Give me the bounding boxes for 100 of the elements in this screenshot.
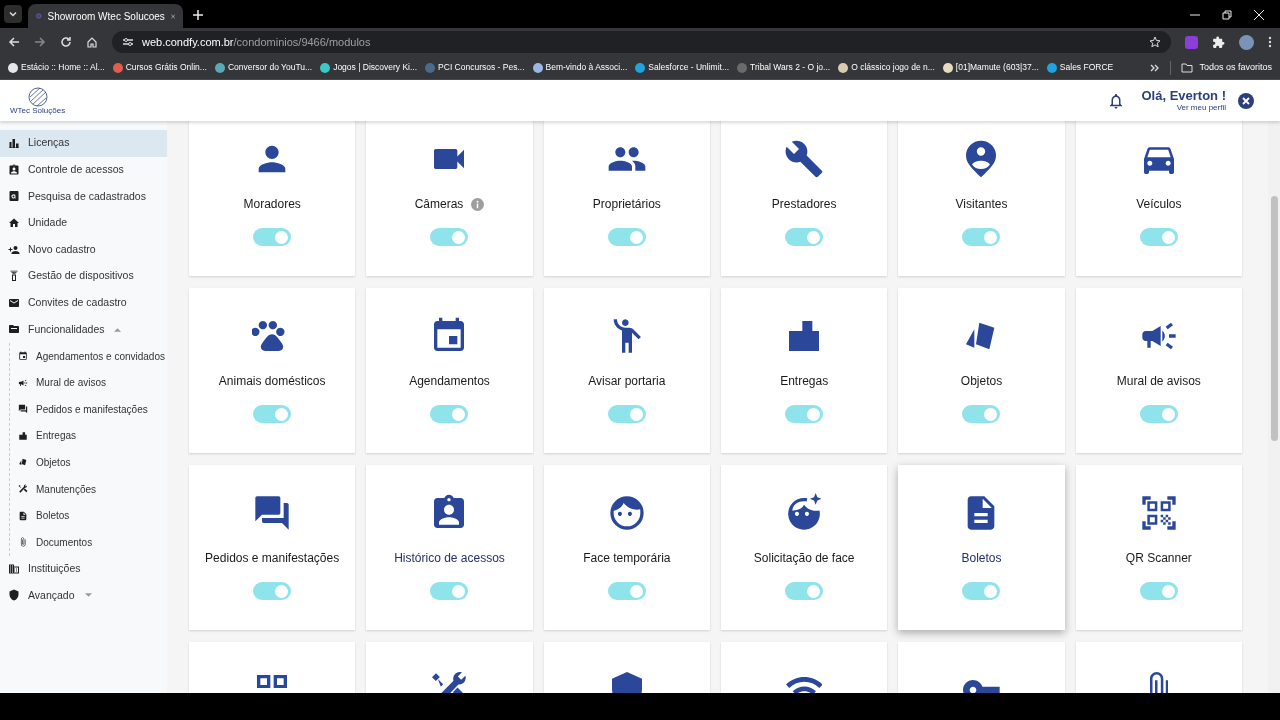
sidebar-item[interactable]: Manutenções: [10, 475, 167, 503]
sidebar-item[interactable]: Agendamentos e convidados: [10, 342, 167, 370]
module-card[interactable]: Histórico de acessos: [366, 465, 533, 630]
sidebar-item[interactable]: Entregas: [10, 422, 167, 450]
objects-icon: [18, 457, 28, 468]
reload-icon[interactable]: [60, 36, 72, 48]
toggle-switch[interactable]: [430, 582, 469, 600]
module-card[interactable]: Visitantes: [898, 121, 1065, 276]
toggle-switch[interactable]: [607, 582, 646, 600]
sidebar-item[interactable]: Pedidos e manifestações: [10, 395, 167, 423]
back-icon[interactable]: [8, 36, 20, 48]
module-label: Câmeras: [414, 196, 464, 213]
sidebar-item[interactable]: Documentos: [10, 528, 167, 556]
puzzle-icon[interactable]: [1212, 35, 1225, 49]
site-settings-icon[interactable]: [122, 36, 134, 48]
sidebar-item[interactable]: Instituições: [0, 555, 167, 583]
menu-icon[interactable]: [1268, 36, 1272, 48]
sidebar-item[interactable]: Mural de avisos: [10, 369, 167, 396]
bookmark-link[interactable]: [01]Mamute (603|37...: [955, 61, 1039, 74]
module-label: Visitantes: [955, 196, 1008, 213]
module-card[interactable]: Entregas: [721, 288, 888, 453]
person-add-icon: [8, 243, 20, 256]
module-card[interactable]: Mural de avisos: [1075, 288, 1242, 453]
toggle-switch[interactable]: [607, 405, 646, 423]
forward-icon[interactable]: [34, 36, 46, 48]
browser-tab[interactable]: Showroom Wtec Solucoes: [28, 4, 183, 28]
module-card[interactable]: Solicitação de face: [721, 465, 888, 630]
home-icon[interactable]: [86, 36, 98, 48]
sidebar-item[interactable]: Novo cadastro: [0, 236, 167, 263]
chevrons-right-icon[interactable]: [1150, 62, 1161, 73]
toggle-switch[interactable]: [962, 405, 1001, 423]
bookmark-link[interactable]: Tribal Wars 2 - O jo...: [750, 61, 831, 74]
module-card[interactable]: QR Scanner: [1075, 465, 1242, 630]
bookmark-link[interactable]: Salesforce - Unlimit...: [648, 61, 730, 74]
module-card[interactable]: Câmeras: [366, 121, 533, 276]
scrollbar-thumb[interactable]: [1271, 196, 1278, 441]
extension-icon[interactable]: [1185, 35, 1198, 49]
bookmark-link[interactable]: Conversor do YouTu...: [227, 61, 313, 74]
module-card[interactable]: Agendamentos: [366, 288, 533, 453]
module-card[interactable]: Objetos: [898, 288, 1065, 453]
toggle-switch[interactable]: [253, 228, 292, 246]
toggle-switch[interactable]: [1139, 582, 1178, 600]
module-card[interactable]: Animais domésticos: [189, 288, 356, 453]
sidebar-item[interactable]: Convites de cadastro: [0, 289, 167, 317]
chat-bubbles-icon: [18, 404, 28, 415]
bookmark-link[interactable]: Sales FORCE: [1059, 61, 1114, 74]
document-search-icon: [8, 190, 20, 203]
toggle-switch[interactable]: [785, 228, 824, 246]
sidebar-item[interactable]: Avançado: [0, 582, 167, 609]
bookmark-link[interactable]: Estácio :: Home :: Al...: [21, 61, 105, 74]
bookmark-link[interactable]: O clássico jogo de n...: [851, 61, 935, 74]
toggle-switch[interactable]: [430, 228, 469, 246]
address-bar[interactable]: web.condfy.com.br/condominios/9466/modulos: [112, 31, 1171, 53]
sidebar-item[interactable]: Gestão de dispositivos: [0, 262, 167, 290]
star-icon[interactable]: [1149, 36, 1161, 48]
module-card[interactable]: Boletos: [898, 465, 1065, 630]
toggle-switch[interactable]: [785, 405, 824, 423]
tab-list-button[interactable]: [4, 5, 22, 23]
module-card[interactable]: Proprietários: [543, 121, 710, 276]
info-icon[interactable]: [471, 197, 485, 211]
new-tab-icon[interactable]: [193, 10, 203, 20]
toggle-switch[interactable]: [962, 582, 1001, 600]
module-card[interactable]: Face temporária: [543, 465, 710, 630]
module-card[interactable]: Prestadores: [721, 121, 888, 276]
building-icon: [8, 562, 20, 575]
toggle-switch[interactable]: [962, 228, 1001, 246]
profile-avatar[interactable]: [1239, 34, 1254, 50]
bookmark-link[interactable]: Cursos Grátis Onlin...: [125, 61, 207, 74]
toggle-switch[interactable]: [430, 405, 469, 423]
id-badge-icon: [8, 163, 20, 176]
sidebar-item[interactable]: Objetos: [10, 449, 167, 476]
bookmark-link[interactable]: Bem-vindo à Associ...: [545, 61, 628, 74]
restore-icon[interactable]: [1222, 10, 1232, 20]
close-icon[interactable]: [1238, 92, 1254, 109]
toggle-switch[interactable]: [253, 582, 292, 600]
package-icon: [18, 430, 28, 441]
module-card[interactable]: Avisar portaria: [543, 288, 710, 453]
sidebar-item[interactable]: Controle de acessos: [0, 156, 167, 184]
sidebar-item[interactable]: Licenças: [0, 130, 167, 157]
bookmark-link[interactable]: Jogos | Discovery Ki...: [333, 61, 418, 74]
toggle-switch[interactable]: [1139, 228, 1178, 246]
bookmark-link[interactable]: Todos os favoritos: [1199, 60, 1272, 75]
sidebar-item[interactable]: Pesquisa de cadastrados: [0, 183, 167, 210]
tools-icon: [18, 484, 28, 494]
toggle-switch[interactable]: [253, 405, 292, 423]
toggle-switch[interactable]: [785, 582, 824, 600]
home-icon: [8, 217, 20, 230]
module-card[interactable]: Moradores: [189, 121, 356, 276]
toggle-switch[interactable]: [607, 228, 646, 246]
sidebar-item[interactable]: Boletos: [10, 502, 167, 529]
close-icon[interactable]: [1254, 10, 1264, 20]
module-card[interactable]: Pedidos e manifestações: [189, 465, 356, 630]
profile-link[interactable]: Ver meu perfil: [1176, 102, 1226, 113]
sidebar-item[interactable]: Unidade: [0, 209, 167, 237]
sidebar-item[interactable]: Funcionalidades: [0, 316, 167, 343]
module-label: Pedidos e manifestações: [205, 550, 340, 567]
module-card[interactable]: Veículos: [1075, 121, 1242, 276]
scrollbar[interactable]: [1268, 121, 1280, 693]
toggle-switch[interactable]: [1139, 405, 1178, 423]
bookmark-link[interactable]: PCI Concursos - Pes...: [438, 61, 525, 74]
